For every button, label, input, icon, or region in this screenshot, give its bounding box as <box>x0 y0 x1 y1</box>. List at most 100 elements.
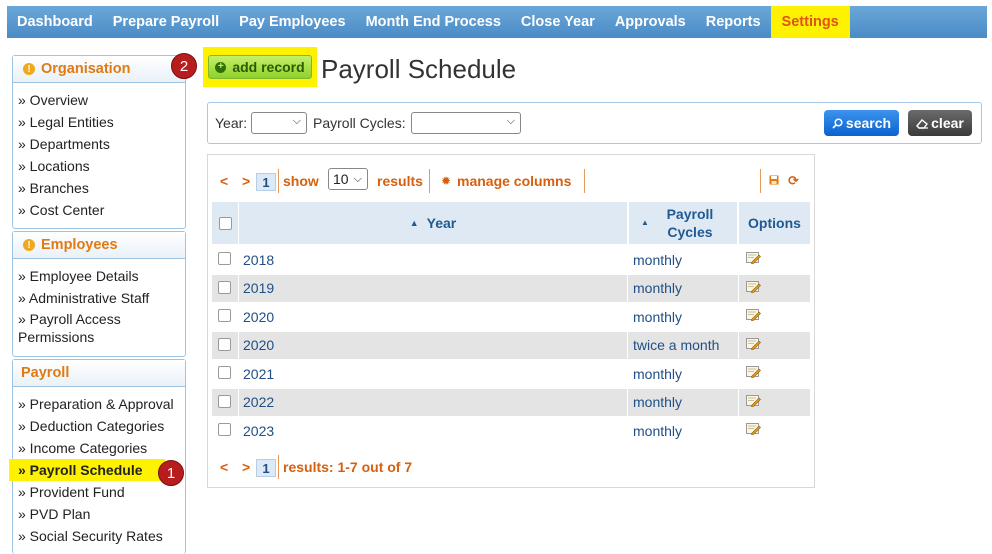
sidebar-item-payroll-schedule[interactable]: » Payroll Schedule <box>9 459 165 481</box>
records-grid: < > 1 show 10 ⌵ results ✹ manage columns… <box>207 154 815 488</box>
nav-reports[interactable]: Reports <box>696 6 771 38</box>
table-row: 2018 monthly <box>212 246 810 273</box>
filter-bar: Year: ⌵ Payroll Cycles: ⌵ search clear <box>207 102 982 144</box>
sidebar-employees-title: Employees <box>41 237 118 253</box>
nav-pay-employees[interactable]: Pay Employees <box>229 6 355 38</box>
edit-icon[interactable] <box>746 365 761 378</box>
sidebar-item-income-categories[interactable]: » Income Categories <box>13 437 185 459</box>
nav-month-end-process[interactable]: Month End Process <box>356 6 511 38</box>
page-number[interactable]: 1 <box>256 459 276 477</box>
chevron-down-icon: ⌵ <box>506 115 515 127</box>
table-row: 2020 twice a month <box>212 331 810 359</box>
sidebar-item-departments[interactable]: » Departments <box>13 133 185 155</box>
manage-columns-button[interactable]: manage columns <box>457 173 571 189</box>
sidebar-item-preparation-approval[interactable]: » Preparation & Approval <box>13 393 185 415</box>
cell-year[interactable]: 2022 <box>243 389 274 416</box>
search-button[interactable]: search <box>824 110 899 136</box>
row-checkbox[interactable] <box>218 309 231 322</box>
edit-icon[interactable] <box>746 251 761 264</box>
step-badge-1: 1 <box>158 460 184 486</box>
column-year[interactable]: ▲ Year <box>239 202 627 244</box>
cell-year[interactable]: 2020 <box>243 332 274 359</box>
cell-year[interactable]: 2023 <box>243 417 274 444</box>
results-label: results <box>377 173 423 189</box>
nav-dashboard[interactable]: Dashboard <box>7 6 103 38</box>
sidebar-item-pvd-plan[interactable]: » PVD Plan <box>13 503 185 525</box>
payroll-cycles-select[interactable]: ⌵ <box>411 112 521 134</box>
table-row: 2020 monthly <box>212 303 810 330</box>
edit-icon[interactable] <box>746 280 761 293</box>
select-all-cell <box>212 202 238 244</box>
prev-page-button[interactable]: < <box>220 173 228 189</box>
sidebar-organisation-header: ! Organisation <box>13 56 185 83</box>
clear-label: clear <box>931 115 964 131</box>
year-select[interactable]: ⌵ <box>251 112 307 134</box>
row-checkbox[interactable] <box>218 337 231 351</box>
cell-year[interactable]: 2019 <box>243 275 274 302</box>
next-page-button[interactable]: > <box>242 173 250 189</box>
row-checkbox[interactable] <box>218 423 231 436</box>
table-row: 2021 monthly <box>212 360 810 387</box>
page-number[interactable]: 1 <box>256 173 276 191</box>
step-badge-2: 2 <box>171 53 197 79</box>
sidebar-item-payroll-access-permissions[interactable]: » Payroll Access Permissions <box>13 309 185 347</box>
page-size-select[interactable]: 10 ⌵ <box>328 168 368 190</box>
edit-icon[interactable] <box>746 308 761 321</box>
info-icon: ! <box>23 63 35 75</box>
results-summary: results: 1-7 out of 7 <box>283 459 413 475</box>
row-checkbox[interactable] <box>218 280 231 294</box>
sidebar-payroll-title: Payroll <box>21 365 70 381</box>
row-checkbox[interactable] <box>218 366 231 379</box>
plus-icon: + <box>215 61 227 73</box>
table-header: ▲ Year ▲︎ Payroll Cycles Options <box>212 202 810 244</box>
table-row: 2022 monthly <box>212 388 810 416</box>
clear-button[interactable]: clear <box>908 110 972 136</box>
sidebar-item-provident-fund[interactable]: » Provident Fund <box>13 481 185 503</box>
sidebar-item-employee-details[interactable]: » Employee Details <box>13 265 185 287</box>
sidebar-item-legal-entities[interactable]: » Legal Entities <box>13 111 185 133</box>
payroll-cycles-label: Payroll Cycles: <box>313 115 406 131</box>
nav-prepare-payroll[interactable]: Prepare Payroll <box>103 6 229 38</box>
cell-payroll-cycles[interactable]: monthly <box>633 303 682 330</box>
sidebar-payroll-header: Payroll <box>13 360 185 387</box>
cell-payroll-cycles[interactable]: monthly <box>633 417 682 444</box>
sidebar-item-locations[interactable]: » Locations <box>13 155 185 177</box>
column-payroll-cycles[interactable]: ▲︎ Payroll Cycles <box>629 202 737 244</box>
prev-page-button[interactable]: < <box>220 459 228 475</box>
sidebar-item-branches[interactable]: » Branches <box>13 177 185 199</box>
edit-icon[interactable] <box>746 337 761 350</box>
cell-payroll-cycles[interactable]: monthly <box>633 246 682 273</box>
edit-icon[interactable] <box>746 422 761 435</box>
cell-year[interactable]: 2020 <box>243 303 274 330</box>
sidebar-item-social-security-rates[interactable]: » Social Security Rates <box>13 525 185 547</box>
chevron-down-icon: ⌵ <box>292 115 301 127</box>
cell-year[interactable]: 2021 <box>243 360 274 387</box>
sidebar-item-deduction-categories[interactable]: » Deduction Categories <box>13 415 185 437</box>
edit-icon[interactable] <box>746 394 761 407</box>
gear-icon: ✹ <box>441 174 452 188</box>
search-label: search <box>845 115 892 131</box>
nav-settings[interactable]: Settings <box>770 6 850 38</box>
page-size-value: 10 <box>333 171 349 187</box>
next-page-button[interactable]: > <box>242 459 250 475</box>
nav-close-year[interactable]: Close Year <box>511 6 605 38</box>
cell-year[interactable]: 2018 <box>243 246 274 273</box>
table-row: 2019 monthly <box>212 274 810 302</box>
cell-payroll-cycles[interactable]: monthly <box>633 360 682 387</box>
sidebar-item-administrative-staff[interactable]: » Administrative Staff <box>13 287 185 309</box>
cell-payroll-cycles[interactable]: twice a month <box>633 332 719 359</box>
sidebar-employees: ! Employees » Employee Details » Adminis… <box>12 231 186 357</box>
cell-payroll-cycles[interactable]: monthly <box>633 389 682 416</box>
column-payroll-cycles-label: Payroll Cycles <box>666 206 714 240</box>
sidebar-item-overview[interactable]: » Overview <box>13 89 185 111</box>
nav-approvals[interactable]: Approvals <box>605 6 696 38</box>
add-record-button[interactable]: + add record <box>208 55 312 79</box>
row-checkbox[interactable] <box>218 252 231 265</box>
sidebar-item-cost-center[interactable]: » Cost Center <box>13 199 185 221</box>
select-all-checkbox[interactable] <box>218 216 232 230</box>
refresh-icon[interactable]: ⟳ <box>788 173 799 189</box>
cell-payroll-cycles[interactable]: monthly <box>633 275 682 302</box>
row-checkbox[interactable] <box>218 394 231 408</box>
save-icon[interactable] <box>769 175 779 185</box>
add-record-label: add record <box>232 59 305 75</box>
